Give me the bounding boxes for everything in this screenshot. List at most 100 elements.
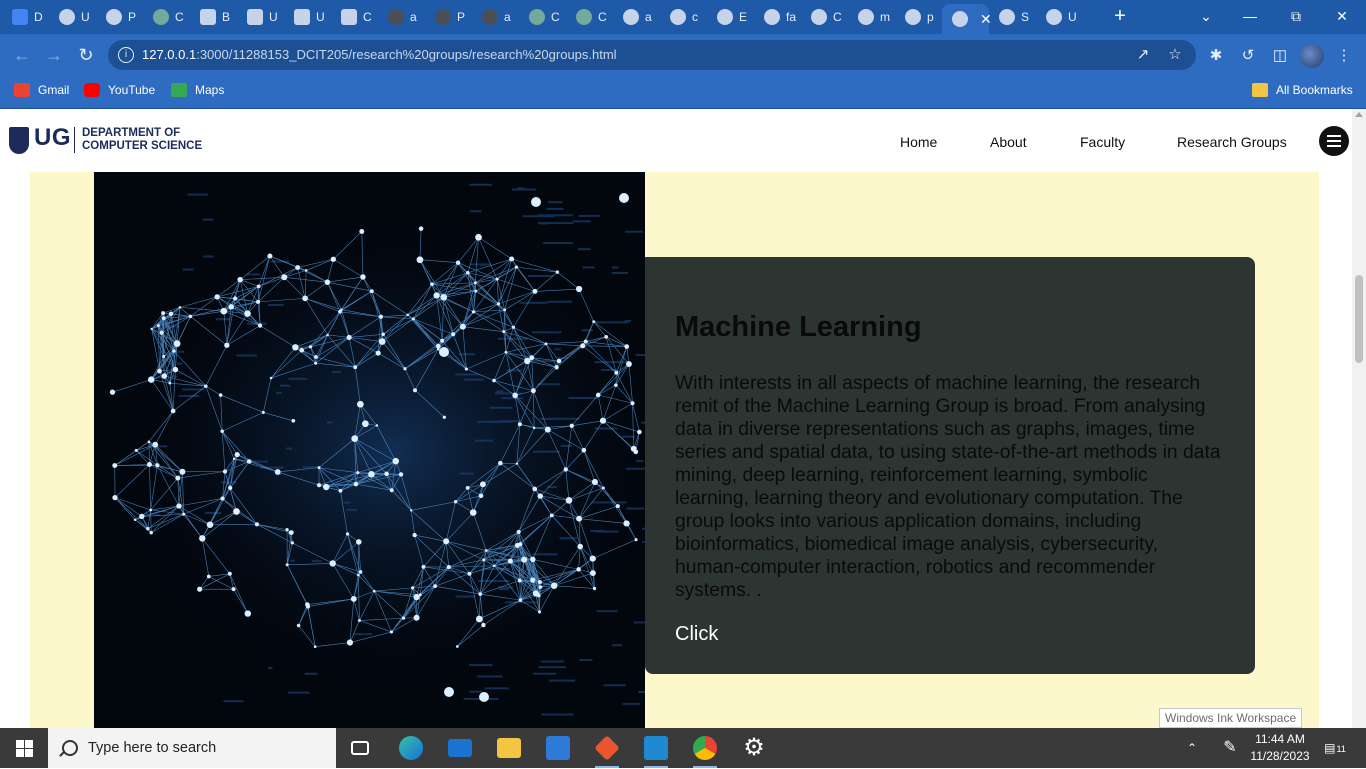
scrollbar-thumb[interactable] (1355, 275, 1363, 363)
chatgpt-icon (529, 9, 545, 25)
browser-tab[interactable]: S (989, 4, 1036, 30)
bookmark-gmail[interactable]: Gmail (14, 83, 69, 97)
forward-button[interactable]: → (42, 43, 66, 67)
task-view-button[interactable] (338, 732, 382, 768)
globe-icon (670, 9, 686, 25)
git-icon (594, 735, 619, 760)
browser-tab[interactable]: U (1036, 4, 1083, 30)
site-icon (200, 9, 216, 25)
browser-tab[interactable]: a (613, 4, 660, 30)
bookmark-youtube[interactable]: YouTube (84, 83, 155, 97)
hamburger-menu-icon[interactable] (1319, 126, 1349, 156)
show-hidden-icons-chevron-up-icon[interactable]: ⌃ (1180, 728, 1204, 768)
tab-title: U (81, 10, 91, 24)
nav-faculty[interactable]: Faculty (1080, 134, 1125, 150)
card-click-link[interactable]: Click (675, 623, 1225, 646)
browser-tab[interactable]: C (566, 4, 613, 30)
bookmark-label: YouTube (108, 83, 155, 97)
nav-research-groups[interactable]: Research Groups (1177, 134, 1287, 150)
restore-button[interactable]: ⧉ (1276, 4, 1316, 28)
minimize-button[interactable]: — (1230, 4, 1270, 28)
browser-tab[interactable]: U (284, 4, 331, 30)
mail-app[interactable] (438, 732, 482, 768)
task-view-icon (351, 741, 369, 755)
mail-icon (448, 739, 472, 757)
edge-app[interactable] (389, 732, 433, 768)
file-explorer-app[interactable] (487, 732, 531, 768)
scroll-up-icon[interactable] (1355, 112, 1363, 117)
browser-tab[interactable]: re✕ (942, 4, 989, 34)
card-title: Machine Learning (675, 311, 1225, 344)
system-clock[interactable]: 11:44 AM 11/28/2023 (1248, 731, 1312, 765)
sync-icon[interactable]: ↺ (1237, 45, 1259, 67)
logo-line-2: COMPUTER SCIENCE (82, 140, 202, 153)
browser-tab[interactable]: m (848, 4, 895, 30)
taskbar-search-box[interactable]: Type here to search (48, 728, 336, 768)
tab-title: D (34, 10, 44, 24)
browser-tab[interactable]: B (190, 4, 237, 30)
github-icon (435, 9, 451, 25)
browser-tab[interactable]: a (472, 4, 519, 30)
nav-about[interactable]: About (990, 134, 1027, 150)
browser-tab[interactable]: P (425, 4, 472, 30)
browser-tab[interactable]: C (331, 4, 378, 30)
tab-title: U (269, 10, 279, 24)
browser-tab[interactable]: a (378, 4, 425, 30)
tab-title: fa (786, 10, 796, 24)
close-window-button[interactable]: ✕ (1322, 4, 1362, 28)
vscode-app[interactable] (634, 732, 678, 768)
folder-icon (1252, 83, 1268, 97)
address-path: :3000/11288153_DCIT205/research%20groups… (196, 47, 616, 62)
browser-tab[interactable]: p (895, 4, 942, 30)
logo-mark: UG (34, 124, 71, 152)
bookmark-maps[interactable]: Maps (171, 83, 224, 97)
tab-title: m (880, 10, 890, 24)
tab-title: a (504, 10, 514, 24)
tab-title: C (551, 10, 561, 24)
notification-center-icon[interactable]: ▤11 (1318, 728, 1352, 768)
tab-title: c (692, 10, 702, 24)
browser-tab[interactable]: E (707, 4, 754, 30)
git-app[interactable] (585, 732, 629, 768)
tab-search-icon[interactable]: ⌄ (1186, 4, 1226, 28)
address-url[interactable]: 127.0.0.1:3000/11288153_DCIT205/research… (142, 47, 617, 62)
profile-avatar[interactable] (1300, 44, 1324, 68)
ug-crest-logo (9, 127, 29, 154)
new-tab-button[interactable]: + (1110, 6, 1130, 26)
chatgpt-icon (576, 9, 592, 25)
browser-tab[interactable]: C (143, 4, 190, 30)
extensions-icon[interactable]: ✱ (1205, 45, 1227, 67)
browser-tab[interactable]: C (519, 4, 566, 30)
browser-tab[interactable]: U (49, 4, 96, 30)
settings-app[interactable]: ⚙ (732, 732, 776, 768)
store-icon (546, 736, 570, 760)
chrome-app[interactable] (683, 732, 727, 768)
tab-title: P (128, 10, 138, 24)
browser-tab[interactable]: P (96, 4, 143, 30)
globe-icon (1046, 9, 1062, 25)
globe-icon (811, 9, 827, 25)
browser-tab[interactable]: c (660, 4, 707, 30)
page-scrollbar[interactable] (1352, 109, 1366, 728)
all-bookmarks-label: All Bookmarks (1276, 83, 1353, 97)
start-button[interactable] (0, 728, 48, 768)
address-bar[interactable]: i 127.0.0.1:3000/11288153_DCIT205/resear… (108, 40, 1196, 70)
reload-button[interactable]: ↻ (74, 43, 98, 67)
browser-tab[interactable]: D (2, 4, 49, 30)
more-menu-icon[interactable]: ⋮ (1333, 45, 1355, 67)
browser-tab[interactable]: U (237, 4, 284, 30)
all-bookmarks-folder[interactable]: All Bookmarks (1252, 83, 1353, 97)
browser-tab[interactable]: C (801, 4, 848, 30)
logo-line-1: DEPARTMENT OF (82, 127, 202, 140)
site-info-icon[interactable]: i (118, 47, 134, 63)
nav-home[interactable]: Home (900, 134, 937, 150)
share-icon[interactable]: ↗ (1134, 46, 1152, 64)
tab-title: S (1021, 10, 1031, 24)
notification-count: 11 (1337, 744, 1346, 754)
store-app[interactable] (536, 732, 580, 768)
back-button[interactable]: ← (10, 43, 34, 67)
pen-icon[interactable]: ✎ (1216, 728, 1244, 768)
browser-tab[interactable]: fa (754, 4, 801, 30)
bookmark-star-icon[interactable]: ☆ (1166, 46, 1184, 64)
side-panel-icon[interactable]: ◫ (1269, 45, 1291, 67)
